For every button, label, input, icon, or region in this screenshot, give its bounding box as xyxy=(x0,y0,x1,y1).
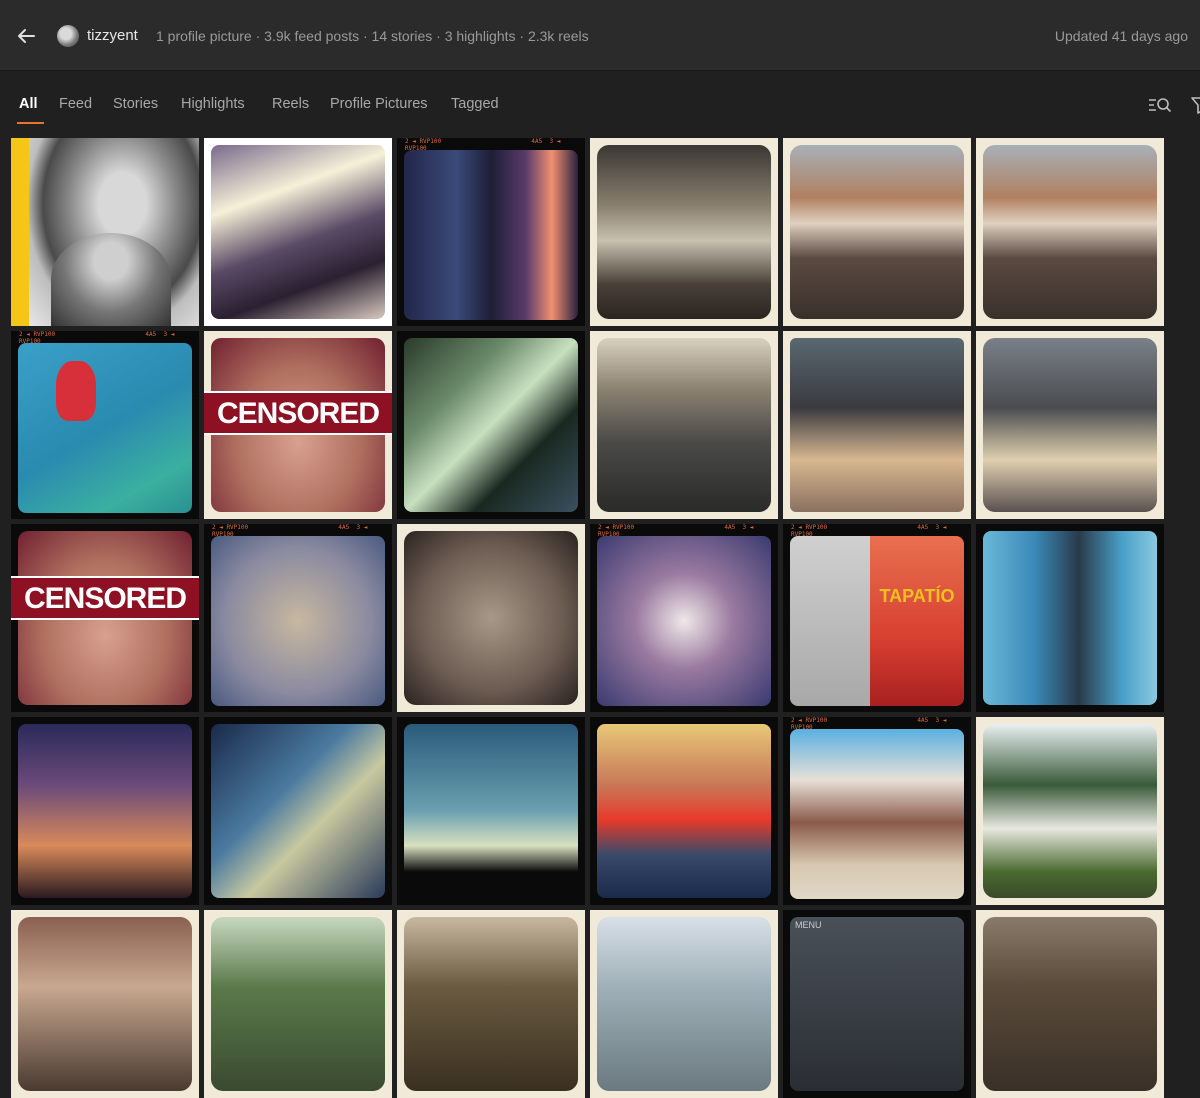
censored-label: CENSORED xyxy=(204,391,392,435)
media-thumbnail[interactable] xyxy=(11,138,199,326)
media-thumbnail[interactable] xyxy=(11,910,199,1098)
censored-label: CENSORED xyxy=(11,576,199,620)
content-tabs: All Feed Stories Highlights Reels Profil… xyxy=(0,71,1200,133)
media-thumbnail[interactable] xyxy=(976,524,1164,712)
media-thumbnail[interactable] xyxy=(204,910,392,1098)
film-strip: 2 ◄ RVP100 4A5 3 ◄ RVP100 xyxy=(405,138,561,152)
media-thumbnail[interactable] xyxy=(590,138,778,326)
media-thumbnail[interactable] xyxy=(397,910,585,1098)
tab-tagged[interactable]: Tagged xyxy=(451,96,499,112)
tab-profile-pictures[interactable]: Profile Pictures xyxy=(330,96,428,112)
film-strip: 2 ◄ RVP100 4A5 3 ◄ RVP100 xyxy=(19,331,175,345)
media-thumbnail[interactable]: 2 ◄ RVP100 4A5 3 ◄ RVP100 xyxy=(204,524,392,712)
menu-label: MENU xyxy=(795,920,822,930)
media-thumbnail[interactable] xyxy=(590,331,778,519)
media-thumbnail[interactable] xyxy=(783,138,971,326)
media-thumbnail[interactable] xyxy=(204,138,392,326)
media-thumbnail[interactable] xyxy=(590,717,778,905)
media-thumbnail[interactable]: 2 ◄ RVP100 4A5 3 ◄ RVP100 xyxy=(11,331,199,519)
filter-icon[interactable] xyxy=(1190,93,1200,117)
tab-all[interactable]: All xyxy=(19,96,38,112)
arrow-left-icon[interactable] xyxy=(14,24,38,48)
media-thumbnail[interactable] xyxy=(397,331,585,519)
media-thumbnail[interactable]: CENSORED xyxy=(11,524,199,712)
tab-highlights[interactable]: Highlights xyxy=(181,96,245,112)
bottle-label: TAPATÍO xyxy=(879,586,955,606)
media-thumbnail[interactable]: 2 ◄ RVP100 4A5 3 ◄ RVP100 xyxy=(590,524,778,712)
media-thumbnail[interactable] xyxy=(397,717,585,905)
media-thumbnail[interactable] xyxy=(783,331,971,519)
film-strip: 2 ◄ RVP100 4A5 3 ◄ RVP100 xyxy=(598,524,754,538)
media-thumbnail[interactable] xyxy=(397,524,585,712)
profile-stats: 1 profile picture · 3.9k feed posts · 14… xyxy=(156,28,589,44)
media-thumbnail[interactable]: 2 ◄ RVP100 4A5 3 ◄ RVP100 xyxy=(783,717,971,905)
list-search-icon[interactable] xyxy=(1147,93,1173,117)
media-thumbnail[interactable]: MENU xyxy=(783,910,971,1098)
media-thumbnail[interactable] xyxy=(11,717,199,905)
media-thumbnail[interactable] xyxy=(204,717,392,905)
media-thumbnail[interactable] xyxy=(976,717,1164,905)
tab-feed[interactable]: Feed xyxy=(59,96,92,112)
media-thumbnail[interactable] xyxy=(976,138,1164,326)
avatar[interactable] xyxy=(57,25,79,47)
media-thumbnail[interactable] xyxy=(976,910,1164,1098)
active-tab-indicator xyxy=(17,122,44,124)
media-thumbnail[interactable]: CENSORED xyxy=(204,331,392,519)
tab-reels[interactable]: Reels xyxy=(272,96,309,112)
film-strip: 2 ◄ RVP100 4A5 3 ◄ RVP100 xyxy=(791,717,947,731)
updated-timestamp: Updated 41 days ago xyxy=(1054,28,1188,44)
media-thumbnail[interactable] xyxy=(976,331,1164,519)
film-strip: 2 ◄ RVP100 4A5 3 ◄ RVP100 xyxy=(212,524,368,538)
username[interactable]: tizzyent xyxy=(87,27,138,44)
film-strip: 2 ◄ RVP100 4A5 3 ◄ RVP100 xyxy=(791,524,947,538)
media-thumbnail[interactable]: 2 ◄ RVP100 4A5 3 ◄ RVP100 xyxy=(397,138,585,326)
media-thumbnail[interactable]: 2 ◄ RVP100 4A5 3 ◄ RVP100 TAPATÍO xyxy=(783,524,971,712)
tab-stories[interactable]: Stories xyxy=(113,96,158,112)
top-bar: tizzyent 1 profile picture · 3.9k feed p… xyxy=(0,0,1200,71)
media-thumbnail[interactable] xyxy=(590,910,778,1098)
